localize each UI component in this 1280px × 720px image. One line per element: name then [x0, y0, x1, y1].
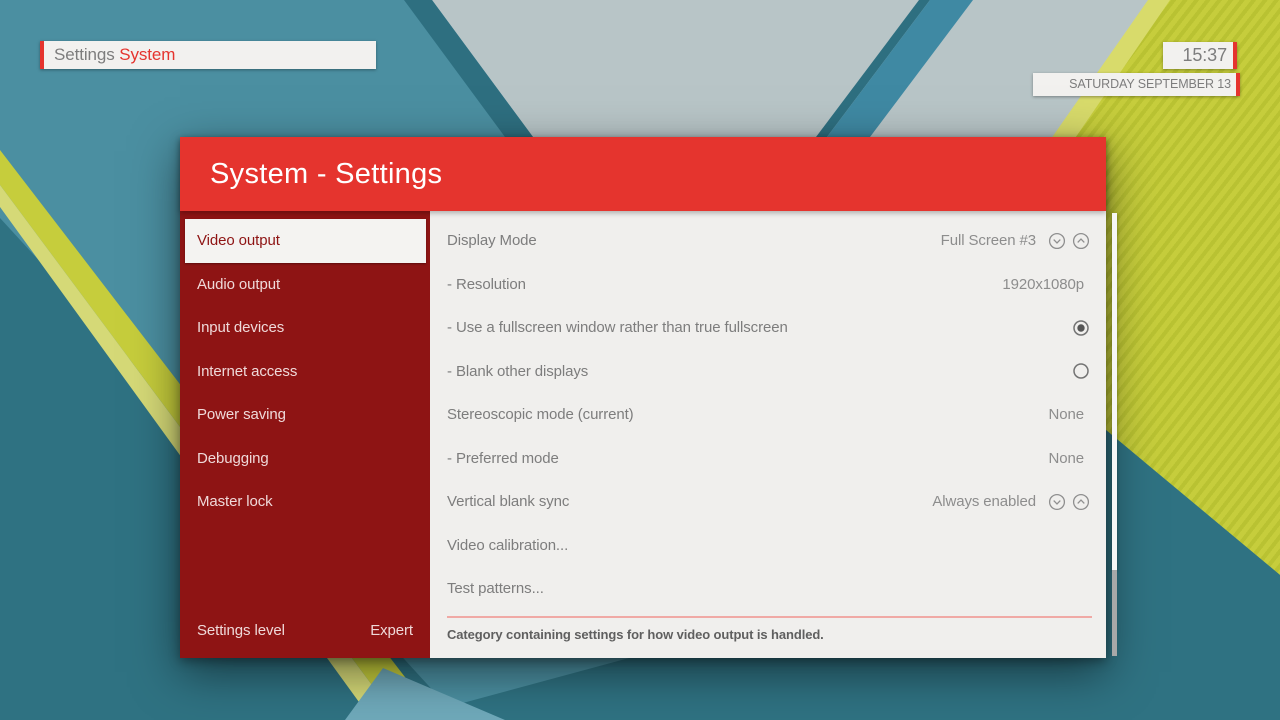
settings-level-value: Expert	[370, 616, 413, 646]
settings-row[interactable]: Test patterns...	[430, 567, 1106, 611]
scrollbar-thumb[interactable]	[1112, 213, 1117, 570]
category-description: Category containing settings for how vid…	[430, 618, 1106, 642]
breadcrumb: Settings System	[40, 41, 376, 69]
settings-row[interactable]: Video calibration...	[430, 524, 1106, 568]
setting-value-area	[1072, 362, 1090, 380]
sidebar-item-internet-access[interactable]: Internet access	[180, 350, 430, 394]
settings-row[interactable]: - Blank other displays	[430, 350, 1106, 394]
setting-label: - Blank other displays	[447, 363, 1072, 380]
setting-label: Display Mode	[447, 232, 941, 249]
setting-value: None	[1049, 450, 1084, 467]
breadcrumb-subsection: System	[119, 45, 175, 64]
breadcrumb-section: Settings	[54, 45, 115, 64]
sidebar-item-power-saving[interactable]: Power saving	[180, 393, 430, 437]
setting-value-area: 1920x1080p	[1002, 276, 1090, 293]
settings-level-row[interactable]: Settings level Expert	[180, 616, 430, 646]
setting-label: - Resolution	[447, 276, 1002, 293]
category-sidebar: Video outputAudio outputInput devicesInt…	[180, 211, 430, 658]
setting-value-area: None	[1049, 406, 1090, 423]
settings-row[interactable]: - Preferred modeNone	[430, 437, 1106, 481]
sidebar-item-input-devices[interactable]: Input devices	[180, 306, 430, 350]
dialog-body: Video outputAudio outputInput devicesInt…	[180, 211, 1106, 658]
setting-value: None	[1049, 406, 1084, 423]
setting-value-area	[1072, 319, 1090, 337]
setting-label: - Use a fullscreen window rather than tr…	[447, 319, 1072, 336]
settings-panel: Display ModeFull Screen #3- Resolution19…	[430, 211, 1106, 658]
setting-label: Video calibration...	[447, 537, 1090, 554]
spin-up-icon[interactable]	[1072, 232, 1090, 250]
settings-row[interactable]: Stereoscopic mode (current)None	[430, 393, 1106, 437]
spin-up-icon[interactable]	[1072, 493, 1090, 511]
settings-row[interactable]: - Resolution1920x1080p	[430, 263, 1106, 307]
sidebar-item-debugging[interactable]: Debugging	[180, 437, 430, 481]
dialog-title: System - Settings	[180, 137, 1106, 211]
setting-value: Always enabled	[932, 493, 1036, 510]
radio-on-icon[interactable]	[1072, 319, 1090, 337]
spin-down-icon[interactable]	[1048, 232, 1066, 250]
setting-value-area: Full Screen #3	[941, 232, 1090, 250]
clock: 15:37	[1163, 42, 1237, 69]
scrollbar-track[interactable]	[1112, 570, 1117, 656]
scrollbar[interactable]	[1112, 213, 1117, 656]
setting-label: Stereoscopic mode (current)	[447, 406, 1049, 423]
setting-label: - Preferred mode	[447, 450, 1049, 467]
sidebar-item-video-output[interactable]: Video output	[185, 219, 426, 263]
setting-value-area: Always enabled	[932, 493, 1090, 511]
dialog-header: System - Settings	[180, 137, 1106, 211]
setting-value: Full Screen #3	[941, 232, 1036, 249]
settings-row[interactable]: Display ModeFull Screen #3	[430, 219, 1106, 263]
setting-label: Vertical blank sync	[447, 493, 932, 510]
setting-label: Test patterns...	[447, 580, 1090, 597]
settings-level-label: Settings level	[197, 616, 285, 646]
settings-row[interactable]: Vertical blank syncAlways enabled	[430, 480, 1106, 524]
spin-down-icon[interactable]	[1048, 493, 1066, 511]
setting-value-area: None	[1049, 450, 1090, 467]
setting-value: 1920x1080p	[1002, 276, 1084, 293]
kodi-screen: Settings System 15:37 SATURDAY SEPTEMBER…	[0, 0, 1280, 720]
sidebar-item-master-lock[interactable]: Master lock	[180, 480, 430, 524]
radio-off-icon[interactable]	[1072, 362, 1090, 380]
date-display: SATURDAY SEPTEMBER 13	[1033, 73, 1240, 96]
settings-row[interactable]: - Use a fullscreen window rather than tr…	[430, 306, 1106, 350]
settings-dialog: System - Settings Video outputAudio outp…	[180, 137, 1106, 658]
sidebar-item-audio-output[interactable]: Audio output	[180, 263, 430, 307]
